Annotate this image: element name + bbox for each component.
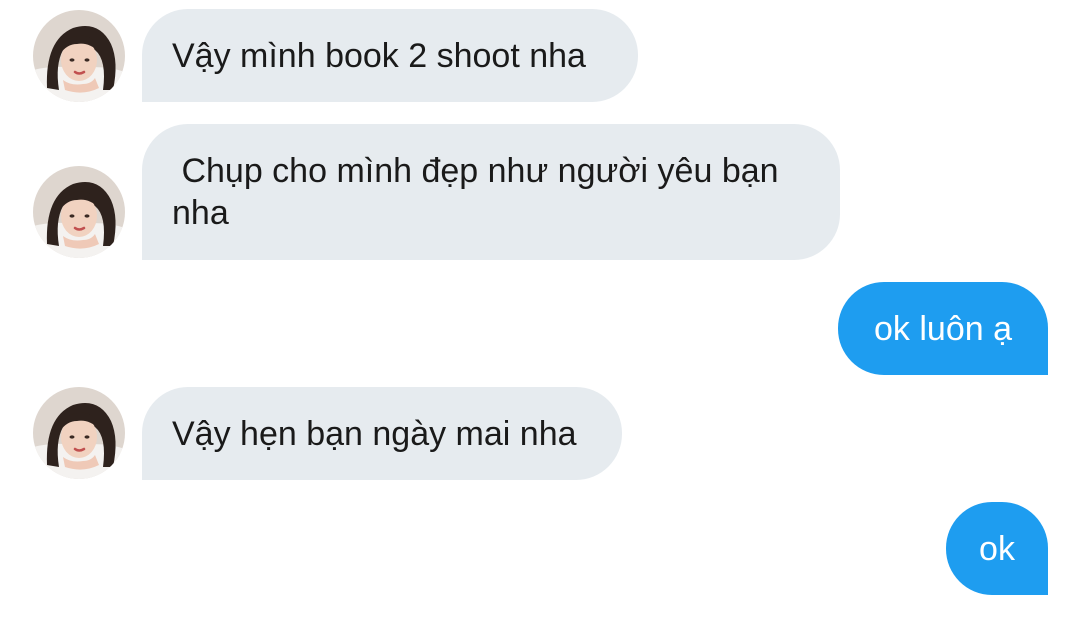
contact-avatar-photo bbox=[33, 166, 125, 258]
message-text: Vậy mình book 2 shoot nha bbox=[172, 36, 586, 75]
contact-avatar[interactable] bbox=[33, 387, 125, 479]
outgoing-message-bubble[interactable]: ok bbox=[946, 502, 1048, 595]
message-text: Chụp cho mình đẹp như người yêu bạn nha bbox=[172, 152, 779, 232]
incoming-message-bubble[interactable]: Vậy mình book 2 shoot nha bbox=[142, 9, 638, 102]
incoming-message-bubble[interactable]: Vậy hẹn bạn ngày mai nha bbox=[142, 387, 622, 480]
contact-avatar-photo bbox=[33, 387, 125, 479]
contact-avatar-photo bbox=[33, 10, 125, 102]
contact-avatar[interactable] bbox=[33, 10, 125, 102]
message-text: Vậy hẹn bạn ngày mai nha bbox=[172, 414, 577, 453]
contact-avatar[interactable] bbox=[33, 166, 125, 258]
outgoing-message-bubble[interactable]: ok luôn ạ bbox=[838, 282, 1048, 375]
incoming-message-bubble[interactable]: Chụp cho mình đẹp như người yêu bạn nha bbox=[142, 124, 840, 260]
message-text: ok bbox=[979, 529, 1015, 568]
message-text: ok luôn ạ bbox=[874, 309, 1012, 348]
